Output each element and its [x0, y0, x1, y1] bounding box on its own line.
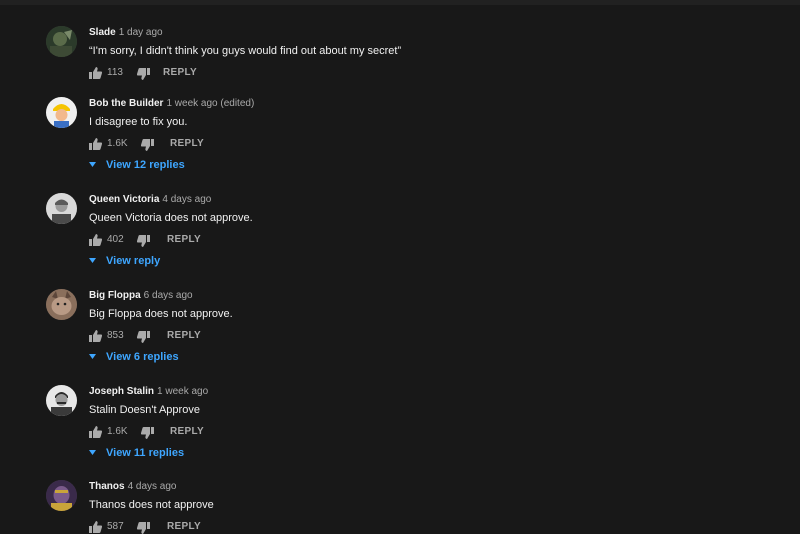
avatar[interactable] — [46, 289, 77, 320]
comments-list: Slade 1 day ago “I'm sorry, I didn't thin… — [0, 0, 800, 534]
comment-header: Bob the Builder 1 week ago (edited) — [89, 97, 779, 111]
thumbs-up-icon[interactable] — [89, 426, 102, 438]
thumbs-down-icon[interactable] — [137, 522, 150, 534]
comment-time[interactable]: 1 day ago — [119, 27, 163, 38]
thumbs-down-icon[interactable] — [141, 427, 154, 439]
reply-button[interactable]: REPLY — [167, 521, 201, 532]
avatar[interactable] — [46, 97, 77, 128]
author-name[interactable]: Joseph Stalin — [89, 386, 154, 397]
comment-text: Thanos does not approve — [89, 499, 214, 511]
view-replies-label: View 11 replies — [106, 447, 185, 459]
thumbs-down-icon[interactable] — [141, 139, 154, 151]
thumbs-up-icon[interactable] — [89, 67, 102, 79]
caret-down-icon — [89, 354, 96, 359]
reply-button[interactable]: REPLY — [170, 138, 204, 149]
comment-text: I disagree to fix you. — [89, 116, 188, 128]
reply-button[interactable]: REPLY — [170, 426, 204, 437]
author-name[interactable]: Thanos — [89, 481, 125, 492]
like-count: 1.6K — [107, 426, 128, 437]
thumbs-down-icon[interactable] — [137, 235, 150, 247]
comment-time[interactable]: 4 days ago — [128, 481, 177, 492]
like-count: 587 — [107, 521, 124, 532]
comment-header: Joseph Stalin 1 week ago — [89, 385, 779, 399]
view-replies-label: View reply — [106, 255, 161, 267]
like-count: 113 — [107, 67, 123, 78]
comment-text: Queen Victoria does not approve. — [89, 212, 253, 224]
avatar[interactable] — [46, 26, 77, 57]
comment-time[interactable]: 4 days ago — [162, 194, 211, 205]
like-count: 853 — [107, 330, 124, 341]
caret-down-icon — [89, 258, 96, 263]
like-count: 402 — [107, 234, 124, 245]
comment-text: Stalin Doesn't Approve — [89, 404, 200, 416]
author-name[interactable]: Queen Victoria — [89, 194, 159, 205]
reply-button[interactable]: REPLY — [167, 234, 201, 245]
comment-time[interactable]: 6 days ago — [144, 290, 193, 301]
comment-header: Big Floppa 6 days ago — [89, 289, 779, 303]
comment-header: Queen Victoria 4 days ago — [89, 193, 779, 207]
thumbs-up-icon[interactable] — [89, 521, 102, 533]
comment-time[interactable]: 1 week ago (edited) — [166, 98, 254, 109]
comment-time[interactable]: 1 week ago — [157, 386, 208, 397]
view-replies-label: View 12 replies — [106, 159, 185, 171]
thumbs-down-icon[interactable] — [137, 331, 150, 343]
thumbs-up-icon[interactable] — [89, 330, 102, 342]
caret-down-icon — [89, 162, 96, 167]
avatar[interactable] — [46, 480, 77, 511]
reply-button[interactable]: REPLY — [163, 67, 197, 78]
author-name[interactable]: Big Floppa — [89, 290, 141, 301]
thumbs-up-icon[interactable] — [89, 234, 102, 246]
thumbs-down-icon[interactable] — [137, 68, 150, 80]
thumbs-up-icon[interactable] — [89, 138, 102, 150]
comment-text: “I'm sorry, I didn't think you guys woul… — [89, 45, 402, 57]
comment-header: Thanos 4 days ago — [89, 480, 779, 494]
author-name[interactable]: Bob the Builder — [89, 98, 163, 109]
comment-text: Big Floppa does not approve. — [89, 308, 233, 320]
comment-header: Slade 1 day ago — [89, 26, 779, 40]
like-count: 1.6K — [107, 138, 128, 149]
caret-down-icon — [89, 450, 96, 455]
avatar[interactable] — [46, 193, 77, 224]
author-name[interactable]: Slade — [89, 27, 116, 38]
avatar[interactable] — [46, 385, 77, 416]
view-replies-label: View 6 replies — [106, 351, 179, 363]
reply-button[interactable]: REPLY — [167, 330, 201, 341]
